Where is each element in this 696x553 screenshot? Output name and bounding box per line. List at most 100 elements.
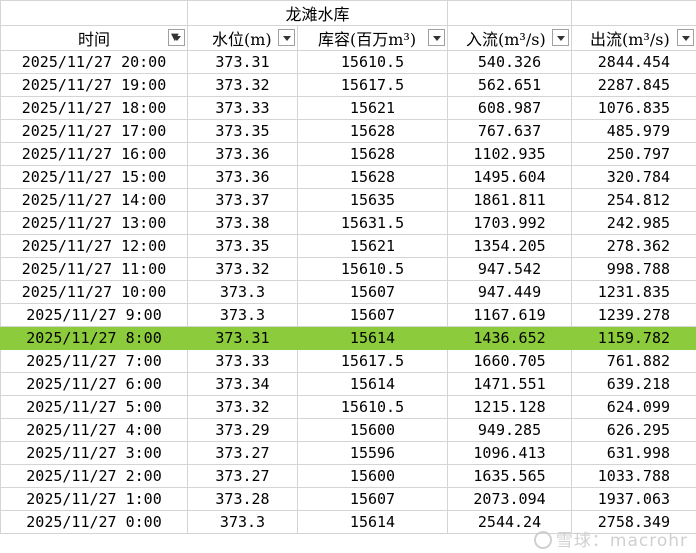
dropdown-arrow-icon[interactable] (552, 29, 570, 46)
header-level[interactable]: 水位(m) (187, 25, 298, 51)
cell-level[interactable]: 373.35 (187, 234, 298, 258)
header-inflow[interactable]: 入流(m³/s) (447, 25, 573, 51)
cell-outflow[interactable]: 998.788 (571, 257, 696, 281)
cell-time[interactable]: 2025/11/27 4:00 (0, 418, 188, 442)
cell-time[interactable]: 2025/11/27 3:00 (0, 441, 188, 465)
cell-time[interactable]: 2025/11/27 2:00 (0, 464, 188, 488)
cell-time[interactable]: 2025/11/27 12:00 (0, 234, 188, 258)
cell-storage[interactable]: 15596 (296, 441, 449, 465)
cell-inflow[interactable]: 2073.094 (447, 487, 573, 511)
cell-time[interactable]: 2025/11/27 20:00 (0, 50, 188, 74)
cell-storage[interactable]: 15628 (296, 119, 449, 143)
cell-time[interactable]: 2025/11/27 17:00 (0, 119, 188, 143)
cell-time[interactable]: 2025/11/27 13:00 (0, 211, 188, 235)
cell-outflow[interactable]: 254.812 (571, 188, 696, 212)
cell-storage[interactable]: 15617.5 (296, 73, 449, 97)
cell-storage[interactable]: 15614 (296, 510, 449, 534)
cell-outflow[interactable]: 1033.788 (571, 464, 696, 488)
cell-time[interactable]: 2025/11/27 15:00 (0, 165, 188, 189)
cell-storage[interactable]: 15621 (296, 234, 449, 258)
cell-time[interactable]: 2025/11/27 14:00 (0, 188, 188, 212)
cell-outflow[interactable]: 2287.845 (571, 73, 696, 97)
cell-storage[interactable]: 15614 (296, 326, 449, 350)
cell-level[interactable]: 373.32 (187, 73, 298, 97)
cell-outflow[interactable]: 320.784 (571, 165, 696, 189)
cell-storage[interactable]: 15621 (296, 96, 449, 120)
cell-outflow[interactable]: 242.985 (571, 211, 696, 235)
cell-outflow[interactable]: 278.362 (571, 234, 696, 258)
cell-time[interactable]: 2025/11/27 0:00 (0, 510, 188, 534)
cell-time[interactable]: 2025/11/27 10:00 (0, 280, 188, 304)
cell-storage[interactable]: 15628 (296, 165, 449, 189)
cell-inflow[interactable]: 562.651 (447, 73, 573, 97)
cell-storage[interactable]: 15628 (296, 142, 449, 166)
cell-level[interactable]: 373.3 (187, 510, 298, 534)
cell-inflow[interactable]: 1703.992 (447, 211, 573, 235)
cell-time[interactable]: 2025/11/27 1:00 (0, 487, 188, 511)
cell-level[interactable]: 373.27 (187, 464, 298, 488)
cell-blank[interactable] (0, 0, 188, 26)
cell-inflow[interactable]: 1436.652 (447, 326, 573, 350)
cell-level[interactable]: 373.3 (187, 280, 298, 304)
cell-outflow[interactable]: 626.295 (571, 418, 696, 442)
cell-level[interactable]: 373.37 (187, 188, 298, 212)
cell-time[interactable]: 2025/11/27 19:00 (0, 73, 188, 97)
cell-inflow[interactable]: 1215.128 (447, 395, 573, 419)
cell-outflow[interactable]: 485.979 (571, 119, 696, 143)
cell-level[interactable]: 373.27 (187, 441, 298, 465)
dropdown-arrow-icon[interactable] (428, 29, 446, 46)
cell-storage[interactable]: 15600 (296, 464, 449, 488)
cell-blank[interactable] (447, 0, 573, 26)
cell-storage[interactable]: 15614 (296, 372, 449, 396)
cell-outflow[interactable]: 1231.835 (571, 280, 696, 304)
cell-outflow[interactable]: 1239.278 (571, 303, 696, 327)
cell-level[interactable]: 373.33 (187, 349, 298, 373)
cell-storage[interactable]: 15607 (296, 280, 449, 304)
cell-inflow[interactable]: 1861.811 (447, 188, 573, 212)
cell-level[interactable]: 373.3 (187, 303, 298, 327)
cell-level[interactable]: 373.32 (187, 395, 298, 419)
cell-level[interactable]: 373.36 (187, 142, 298, 166)
cell-storage[interactable]: 15617.5 (296, 349, 449, 373)
cell-level[interactable]: 373.36 (187, 165, 298, 189)
cell-outflow[interactable]: 761.882 (571, 349, 696, 373)
header-storage[interactable]: 库容(百万m³) (296, 25, 449, 51)
cell-outflow[interactable]: 1937.063 (571, 487, 696, 511)
cell-inflow[interactable]: 947.542 (447, 257, 573, 281)
cell-time[interactable]: 2025/11/27 9:00 (0, 303, 188, 327)
cell-outflow[interactable]: 1076.835 (571, 96, 696, 120)
cell-inflow[interactable]: 1354.205 (447, 234, 573, 258)
cell-level[interactable]: 373.33 (187, 96, 298, 120)
cell-level[interactable]: 373.34 (187, 372, 298, 396)
cell-inflow[interactable]: 1102.935 (447, 142, 573, 166)
cell-storage[interactable]: 15635 (296, 188, 449, 212)
cell-inflow[interactable]: 540.326 (447, 50, 573, 74)
cell-inflow[interactable]: 608.987 (447, 96, 573, 120)
cell-storage[interactable]: 15607 (296, 303, 449, 327)
header-time[interactable]: 时间 ▼ (0, 25, 188, 51)
cell-time[interactable]: 2025/11/27 7:00 (0, 349, 188, 373)
cell-outflow[interactable]: 639.218 (571, 372, 696, 396)
cell-blank[interactable] (571, 0, 696, 26)
cell-time[interactable]: 2025/11/27 8:00 (0, 326, 188, 350)
cell-inflow[interactable]: 1635.565 (447, 464, 573, 488)
cell-time[interactable]: 2025/11/27 6:00 (0, 372, 188, 396)
cell-storage[interactable]: 15610.5 (296, 50, 449, 74)
cell-outflow[interactable]: 1159.782 (571, 326, 696, 350)
cell-time[interactable]: 2025/11/27 16:00 (0, 142, 188, 166)
cell-outflow[interactable]: 631.998 (571, 441, 696, 465)
cell-storage[interactable]: 15600 (296, 418, 449, 442)
cell-storage[interactable]: 15631.5 (296, 211, 449, 235)
filter-active-icon[interactable]: ▼ (168, 29, 185, 46)
cell-storage[interactable]: 15607 (296, 487, 449, 511)
cell-inflow[interactable]: 1096.413 (447, 441, 573, 465)
cell-level[interactable]: 373.29 (187, 418, 298, 442)
cell-outflow[interactable]: 2844.454 (571, 50, 696, 74)
cell-time[interactable]: 2025/11/27 5:00 (0, 395, 188, 419)
sheet-title[interactable]: 龙滩水库 (186, 0, 449, 26)
cell-level[interactable]: 373.32 (187, 257, 298, 281)
cell-level[interactable]: 373.31 (187, 50, 298, 74)
cell-storage[interactable]: 15610.5 (296, 257, 449, 281)
cell-level[interactable]: 373.38 (187, 211, 298, 235)
cell-inflow[interactable]: 767.637 (447, 119, 573, 143)
